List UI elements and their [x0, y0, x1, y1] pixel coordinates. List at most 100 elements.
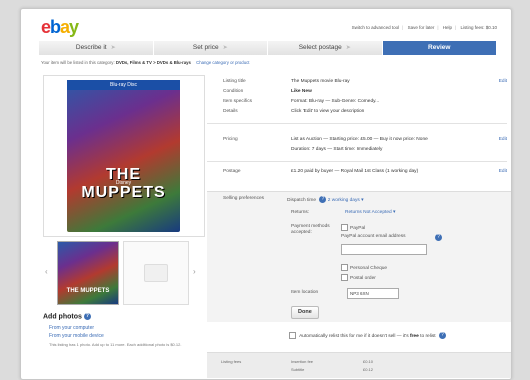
help-icon[interactable]: ? — [435, 234, 442, 241]
postal-order-label: Postal order — [350, 275, 376, 281]
postage-label: Postage — [223, 169, 241, 174]
fee-value-1: £0.10 — [363, 359, 374, 364]
fee-value-2: £0.12 — [363, 367, 374, 372]
fee-name-2: Subtitle — [291, 367, 305, 372]
auto-relist-option[interactable]: Automatically relist this for me if it d… — [289, 332, 446, 339]
auto-relist-checkbox[interactable] — [289, 332, 296, 339]
step-set-price[interactable]: Set price ➤ — [153, 41, 268, 55]
personal-cheque-checkbox[interactable] — [341, 264, 348, 271]
divider — [207, 161, 507, 162]
main-photo[interactable]: Blu-ray Disc Disney THE MUPPETS — [43, 75, 205, 237]
top-nav: Switch to advanced tool | Save for later |… — [351, 25, 497, 30]
add-photos-label: Add photos — [43, 313, 82, 321]
logo-letter-e: e — [41, 17, 51, 37]
help-link[interactable]: Help — [443, 25, 452, 30]
postal-order-option[interactable]: Postal order — [341, 274, 376, 281]
chevron-right-icon[interactable]: › — [193, 267, 196, 276]
category-path: DVDs, Films & TV > DVDs & Blu-rays — [115, 60, 191, 65]
returns-dropdown[interactable]: Returns Not Accepted ▾ — [345, 210, 395, 215]
returns-label: Returns: — [291, 210, 310, 215]
chevron-right-icon: ➤ — [345, 45, 351, 51]
step-describe[interactable]: Describe it ➤ — [39, 41, 154, 55]
step-label: Review — [428, 44, 451, 51]
help-icon[interactable]: ? — [438, 332, 446, 339]
chevron-right-icon: ➤ — [110, 45, 116, 51]
item-location-input[interactable]: NP3 6XN — [347, 288, 399, 299]
paypal-option[interactable]: PayPal — [341, 224, 365, 231]
step-label: Describe it — [75, 44, 107, 51]
postal-order-checkbox[interactable] — [341, 274, 348, 281]
edit-postage-link[interactable]: Edit — [499, 169, 507, 174]
photo-fee-note: This listing has 1 photo. Add up to 11 m… — [49, 342, 182, 347]
payment-label: Payment methods accepted: — [291, 224, 330, 235]
pricing-line-1: List as Auction — Starting price: £5.00 … — [291, 137, 428, 142]
camera-icon — [144, 264, 168, 282]
caret-down-icon: ▾ — [361, 197, 364, 203]
caret-down-icon: ▾ — [393, 210, 396, 215]
help-icon[interactable]: ? — [83, 313, 91, 320]
selling-preferences-label: Selling preferences — [223, 196, 265, 201]
paypal-email-input[interactable] — [341, 244, 427, 255]
bluray-banner: Blu-ray Disc — [67, 80, 180, 90]
logo-letter-a: a — [60, 17, 70, 37]
thumbnail-strip: ‹ THE MUPPETS › — [43, 241, 203, 306]
relist-tail: to relist — [420, 333, 436, 339]
detail-label: Item specifics — [223, 99, 253, 104]
dispatch-value: 2 working days — [327, 197, 360, 203]
relist-text: Automatically relist this for me if it d… — [299, 333, 409, 339]
thumbnail-empty-slot[interactable] — [123, 241, 189, 305]
divider — [207, 123, 507, 124]
add-photos-heading: Add photos? — [43, 313, 91, 320]
detail-value: Format: Blu-ray — Sub-Genre: Comedy... — [291, 99, 380, 104]
selling-preferences-panel: Selling preferences Dispatch time ? 2 wo… — [207, 191, 511, 322]
detail-value: Like New — [291, 89, 312, 94]
help-icon[interactable]: ? — [319, 196, 327, 203]
edit-pricing-link[interactable]: Edit — [499, 137, 507, 142]
fee-name-1: Insertion fee — [291, 359, 314, 364]
personal-cheque-option[interactable]: Personal Cheque — [341, 264, 387, 271]
dispatch-dropdown[interactable]: 2 working days ▾ — [328, 198, 364, 203]
pricing-line-2: Duration: 7 days — Start time: Immediate… — [291, 147, 383, 152]
thumbnail-title: THE MUPPETS — [66, 288, 110, 294]
logo-letter-y: y — [69, 17, 79, 37]
listing-page: ebay Switch to advanced tool | Save for l… — [20, 8, 512, 380]
thumbnail-photo-1[interactable]: THE MUPPETS — [57, 241, 119, 305]
photo-panel: Blu-ray Disc Disney THE MUPPETS ‹ THE MU… — [43, 75, 205, 355]
logo-letter-b: b — [50, 17, 61, 37]
step-label: Set price — [192, 44, 219, 51]
detail-label: Condition — [223, 89, 244, 94]
change-category-link[interactable]: Change category or product — [196, 60, 249, 65]
listing-fees-link[interactable]: Listing fees: $0.10 — [460, 25, 497, 30]
chevron-left-icon[interactable]: ‹ — [45, 267, 48, 276]
category-prefix: Your item will be listed in this categor… — [41, 60, 115, 65]
paypal-checkbox[interactable] — [341, 224, 348, 231]
edit-link[interactable]: Edit — [499, 79, 507, 84]
step-tabs: Describe it ➤ Set price ➤ Select postage ➤ … — [39, 41, 497, 55]
dispatch-field: Dispatch time ? 2 working days ▾ — [287, 196, 364, 203]
personal-cheque-label: Personal Cheque — [350, 265, 388, 271]
item-location-label: Item location — [291, 290, 319, 295]
category-line: Your item will be listed in this categor… — [41, 60, 249, 65]
step-select-postage[interactable]: Select postage ➤ — [268, 41, 383, 55]
dispatch-label: Dispatch time — [287, 197, 317, 203]
postage-value: £1.20 paid by buyer — Royal Mail 1st Cla… — [291, 169, 419, 174]
detail-label: Listing title — [223, 79, 246, 84]
chevron-right-icon: ➤ — [222, 45, 228, 51]
step-review[interactable]: Review — [382, 41, 497, 55]
detail-label: Details — [223, 109, 238, 114]
listing-fees-bar: Listing fees Insertion fee Subtitle £0.1… — [207, 352, 511, 378]
step-label: Select postage — [298, 44, 342, 51]
from-computer-link[interactable]: From your computer — [49, 325, 94, 331]
save-later-link[interactable]: Save for later — [408, 25, 435, 30]
dvd-cover-image: Blu-ray Disc Disney THE MUPPETS — [67, 80, 180, 232]
ebay-logo[interactable]: ebay — [41, 17, 79, 38]
paypal-label: PayPal — [350, 225, 366, 231]
detail-value: The Muppets movie Blu-ray — [291, 79, 350, 84]
switch-advanced-link[interactable]: Switch to advanced tool — [352, 25, 400, 30]
done-button[interactable]: Done — [291, 306, 319, 319]
from-mobile-link[interactable]: From your mobile device — [49, 333, 104, 339]
cover-title: THE MUPPETS — [81, 166, 166, 201]
fees-label: Listing fees — [221, 359, 242, 364]
relist-free: free — [409, 333, 419, 339]
pricing-label: Pricing — [223, 137, 238, 142]
